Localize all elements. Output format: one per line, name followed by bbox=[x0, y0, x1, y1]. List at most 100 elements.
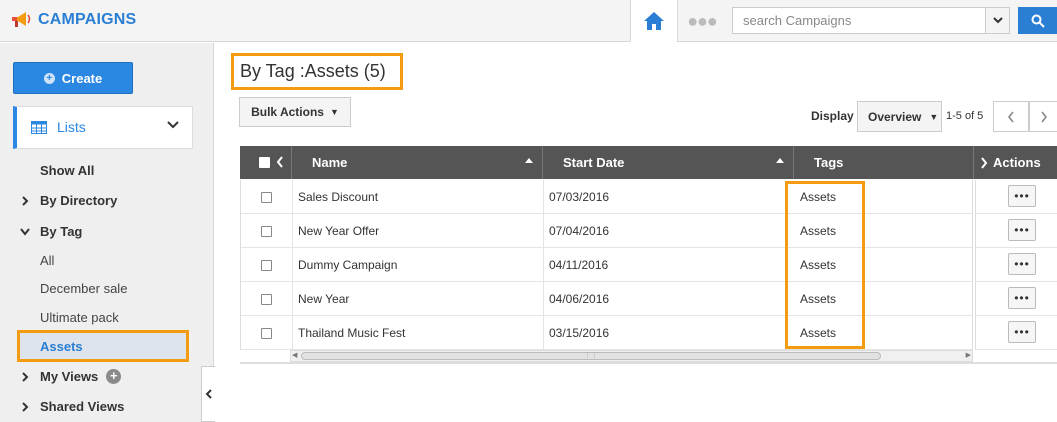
app-brand[interactable]: CAMPAIGNS bbox=[10, 9, 136, 31]
cell-name[interactable]: Dummy Campaign bbox=[298, 258, 397, 272]
cell-divider bbox=[292, 248, 293, 282]
column-header-actions: Actions bbox=[993, 155, 1041, 170]
search-button[interactable] bbox=[1018, 7, 1057, 34]
nav-by-tag[interactable]: By Tag bbox=[20, 224, 82, 239]
search-scope-dropdown[interactable] bbox=[986, 7, 1010, 34]
select-all-checkbox[interactable] bbox=[259, 157, 270, 168]
actions-cell: ••• bbox=[976, 282, 1057, 316]
actions-cell: ••• bbox=[976, 316, 1057, 350]
chevron-right-icon[interactable] bbox=[980, 157, 988, 169]
nav-my-views[interactable]: My Views + bbox=[20, 369, 122, 384]
cell-start-date: 04/11/2016 bbox=[549, 258, 609, 272]
page-title: By Tag :Assets (5) bbox=[231, 53, 403, 90]
nav-tag-all[interactable]: All bbox=[40, 253, 54, 268]
actions-cell: ••• bbox=[976, 180, 1057, 214]
tags-column-highlight bbox=[785, 181, 865, 349]
next-page-button[interactable] bbox=[1029, 101, 1057, 132]
scrollbar-thumb[interactable]: ⋮⋮ bbox=[301, 352, 881, 360]
chevron-left-icon bbox=[1007, 111, 1014, 122]
actions-column: ••• ••• ••• ••• ••• bbox=[975, 180, 1057, 350]
cell-divider bbox=[292, 214, 293, 248]
column-divider bbox=[973, 146, 974, 179]
column-header-tags[interactable]: Tags bbox=[814, 146, 843, 179]
cell-start-date: 07/03/2016 bbox=[549, 190, 610, 204]
create-button[interactable]: + Create bbox=[13, 62, 133, 94]
cell-name[interactable]: Thailand Music Fest bbox=[298, 326, 405, 340]
row-checkbox[interactable] bbox=[261, 328, 272, 339]
scroll-left-icon[interactable]: ◀ bbox=[292, 351, 297, 359]
ellipsis-icon: ••• bbox=[1014, 189, 1030, 203]
row-more-button[interactable]: ••• bbox=[1008, 185, 1036, 207]
pager-count: 1-5 of 5 bbox=[946, 110, 984, 122]
nav-tag-december-sale[interactable]: December sale bbox=[40, 281, 127, 296]
previous-page-button[interactable] bbox=[993, 101, 1029, 132]
row-checkbox[interactable] bbox=[261, 192, 272, 203]
nav-shared-views[interactable]: Shared Views bbox=[20, 399, 124, 414]
table-icon bbox=[31, 121, 47, 134]
chevron-left-icon bbox=[205, 389, 212, 399]
cell-divider bbox=[543, 214, 544, 248]
display-value: Overview bbox=[868, 109, 922, 124]
column-header-name[interactable]: Name bbox=[312, 146, 347, 179]
nav-my-views-label: My Views bbox=[40, 369, 99, 384]
table-bottom-border bbox=[240, 362, 1057, 364]
caret-down-icon: ▼ bbox=[329, 107, 339, 117]
chevron-down-icon bbox=[20, 227, 30, 236]
create-label: Create bbox=[61, 70, 103, 86]
plus-circle-icon: + bbox=[43, 72, 55, 84]
column-header-start-date[interactable]: Start Date bbox=[563, 146, 624, 179]
ellipsis-icon: ••• bbox=[1014, 257, 1030, 271]
nav-tag-ultimate-pack[interactable]: Ultimate pack bbox=[40, 310, 119, 325]
bulk-actions-label: Bulk Actions bbox=[251, 105, 324, 119]
row-more-button[interactable]: ••• bbox=[1008, 253, 1036, 275]
home-icon bbox=[644, 12, 664, 30]
display-select[interactable]: Overview ▼ bbox=[857, 101, 942, 132]
cell-name[interactable]: New Year bbox=[298, 292, 349, 306]
chevron-right-icon bbox=[22, 401, 29, 412]
home-button[interactable] bbox=[630, 0, 678, 42]
cell-divider bbox=[543, 180, 544, 214]
row-more-button[interactable]: ••• bbox=[1008, 219, 1036, 241]
ellipsis-icon: ••• bbox=[1014, 223, 1030, 237]
collapse-sidebar-button[interactable] bbox=[201, 366, 215, 422]
nav-shared-views-label: Shared Views bbox=[40, 399, 125, 414]
nav-by-directory[interactable]: By Directory bbox=[20, 193, 117, 208]
nav-tag-assets-selected[interactable]: Assets bbox=[17, 330, 189, 362]
chevron-down-icon[interactable] bbox=[167, 121, 179, 129]
megaphone-icon bbox=[12, 12, 31, 27]
sort-asc-icon[interactable] bbox=[525, 158, 533, 163]
chevron-down-icon bbox=[992, 17, 1003, 24]
nav-show-all-label: Show All bbox=[40, 163, 95, 178]
cell-divider bbox=[292, 282, 293, 316]
search-input[interactable]: search Campaigns bbox=[732, 7, 986, 34]
row-checkbox[interactable] bbox=[261, 294, 272, 305]
row-more-button[interactable]: ••• bbox=[1008, 287, 1036, 309]
cell-name[interactable]: New Year Offer bbox=[298, 224, 379, 238]
column-divider bbox=[542, 146, 543, 179]
column-divider bbox=[793, 146, 794, 179]
ellipsis-icon: ••• bbox=[1014, 325, 1030, 339]
cell-name[interactable]: Sales Discount bbox=[298, 190, 378, 204]
lists-label: Lists bbox=[57, 119, 86, 135]
more-apps-button[interactable]: ●●● bbox=[680, 0, 724, 42]
app-name: CAMPAIGNS bbox=[38, 11, 137, 28]
sort-asc-icon[interactable] bbox=[776, 158, 784, 163]
horizontal-scrollbar[interactable]: ◀ ⋮⋮ ▶ bbox=[290, 350, 973, 362]
cell-divider bbox=[543, 316, 544, 350]
add-view-icon[interactable]: + bbox=[106, 369, 122, 384]
chevron-right-icon bbox=[22, 371, 29, 382]
scroll-right-icon[interactable]: ▶ bbox=[966, 351, 971, 359]
chevron-left-icon[interactable] bbox=[276, 156, 284, 168]
cell-divider bbox=[543, 248, 544, 282]
cell-divider bbox=[543, 282, 544, 316]
bulk-actions-button[interactable]: Bulk Actions ▼ bbox=[239, 97, 351, 127]
cell-divider bbox=[292, 316, 293, 350]
nav-show-all[interactable]: Show All bbox=[40, 163, 94, 178]
row-more-button[interactable]: ••• bbox=[1008, 321, 1036, 343]
row-checkbox[interactable] bbox=[261, 226, 272, 237]
search-placeholder: search Campaigns bbox=[743, 13, 852, 28]
lists-header[interactable]: Lists bbox=[13, 106, 193, 149]
search-icon bbox=[1031, 14, 1045, 28]
row-checkbox[interactable] bbox=[261, 260, 272, 271]
cell-divider bbox=[292, 180, 293, 214]
